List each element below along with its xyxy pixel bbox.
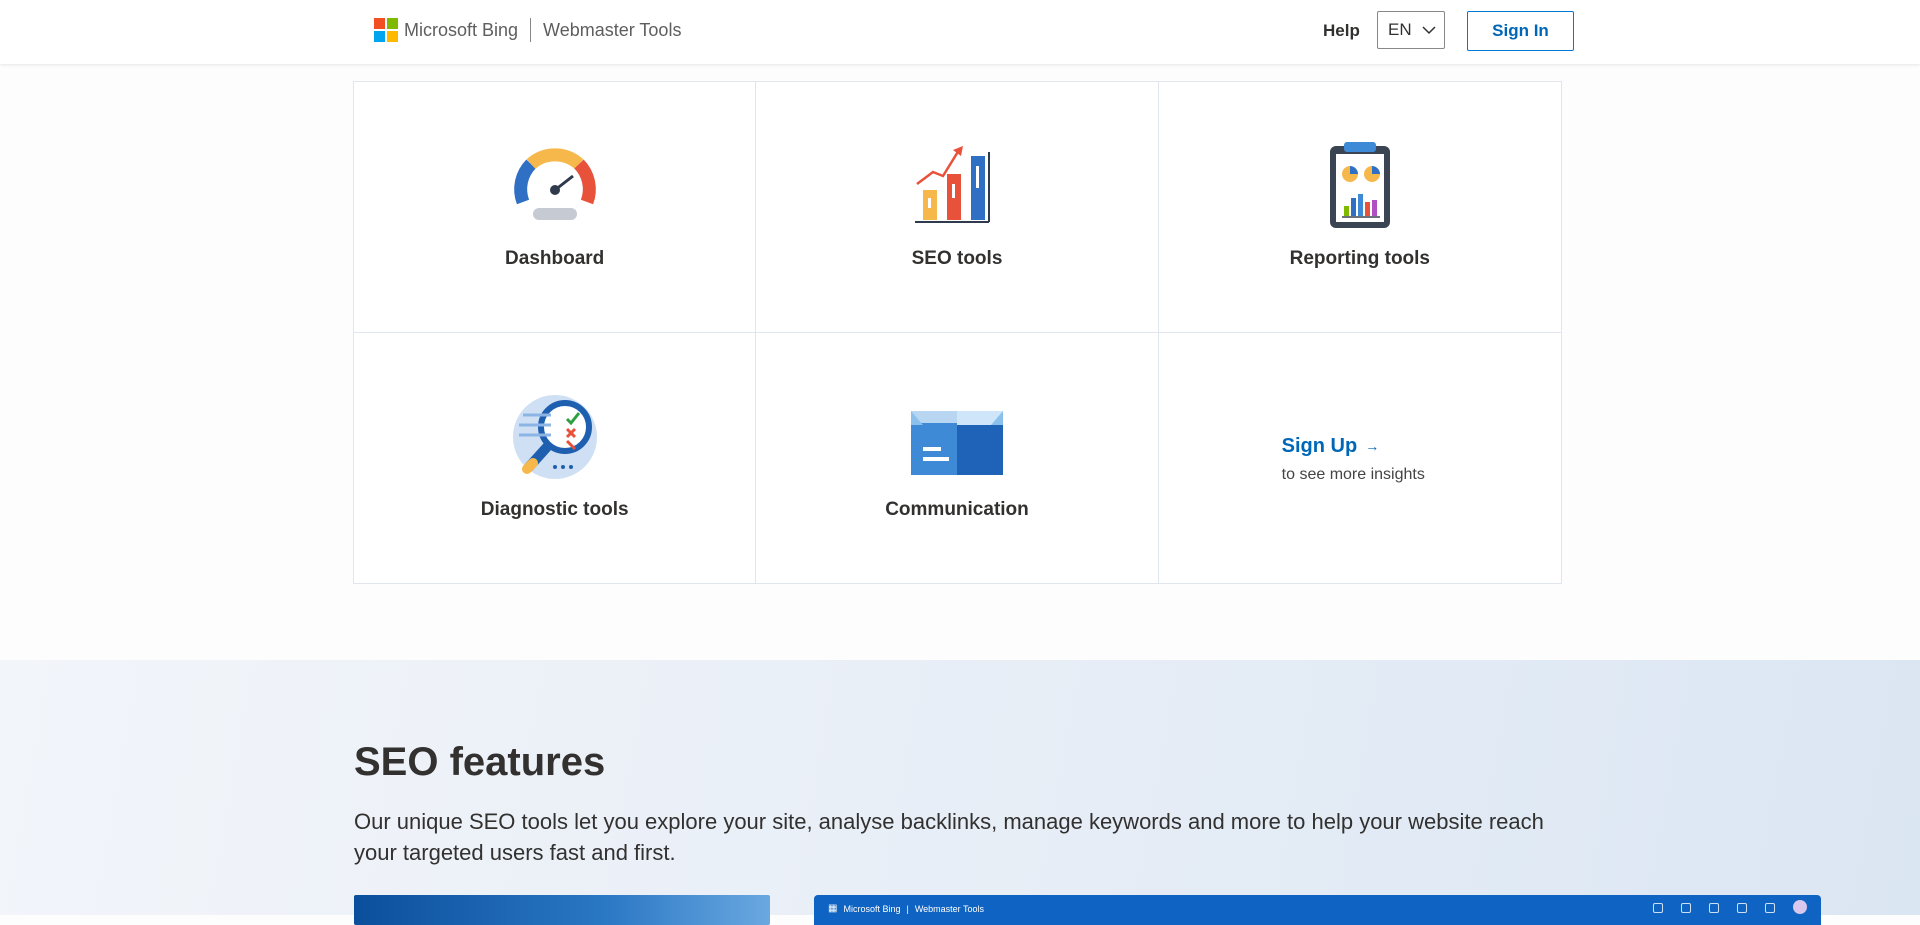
chevron-down-icon [1422,25,1436,34]
signup-block: Sign Up → to see more insights [1282,435,1425,484]
tool-card-communication[interactable]: Communication [756,332,1159,583]
app-preview-screenshot: ▦ Microsoft Bing | Webmaster Tools [814,895,1821,925]
sign-up-link[interactable]: Sign Up → [1282,435,1425,458]
tool-label: SEO tools [911,248,1003,269]
preview-grid-icon: ▦ [828,903,838,914]
tool-label: Reporting tools [1289,248,1431,269]
brand-divider [530,18,532,42]
tool-label: Communication [885,498,1029,520]
preview-avatar [1793,900,1807,914]
tools-grid: Dashboard SEO tools Reporting tools Diag… [353,81,1562,584]
speedometer-icon [513,148,596,220]
arrow-right-icon: → [1365,438,1380,454]
preview-brand: Microsoft Bing [843,903,901,914]
microsoft-logo-icon [374,18,398,42]
preview-icon [1765,903,1775,913]
sign-up-subtitle: to see more insights [1281,465,1425,483]
product-name: Webmaster Tools [543,19,682,40]
tool-label: Diagnostic tools [480,498,629,520]
brand-logo-link[interactable]: Microsoft Bing Webmaster Tools [374,17,681,43]
brand-name: Microsoft Bing [404,19,519,40]
clipboard-report-icon [1329,142,1390,228]
tool-card-diagnostic-tools[interactable]: Diagnostic tools [354,332,757,583]
magnifier-checklist-icon [512,394,597,479]
preview-toolbar [1653,900,1807,914]
tool-card-reporting-tools[interactable]: Reporting tools [1158,82,1561,333]
top-header: Microsoft Bing Webmaster Tools Help EN S… [0,0,1920,64]
section-description: Our unique SEO tools let you explore you… [354,809,1544,865]
language-selected-value: EN [1388,20,1412,39]
tool-card-dashboard[interactable]: Dashboard [354,82,757,333]
bar-chart-trend-icon [914,146,990,223]
preview-divider: | [906,903,909,914]
sign-up-label: Sign Up [1281,434,1358,457]
sign-in-button[interactable]: Sign In [1467,11,1574,51]
inbox-tray-icon [910,410,1003,475]
preview-icon [1737,903,1747,913]
signup-card: Sign Up → to see more insights [1159,333,1561,584]
help-link[interactable]: Help [1323,21,1360,41]
tool-card-seo-tools[interactable]: SEO tools [756,82,1159,333]
preview-product: Webmaster Tools [914,903,985,914]
preview-icon [1681,903,1691,913]
seo-features-section: SEO features Our unique SEO tools let yo… [0,660,1920,925]
preview-icon [1653,903,1663,913]
preview-icon [1709,903,1719,913]
tool-label: Dashboard [505,248,605,269]
section-heading: SEO features [354,740,606,784]
feature-preview-image [354,895,770,925]
language-select[interactable]: EN [1377,11,1445,49]
preview-header: ▦ Microsoft Bing | Webmaster Tools [828,903,984,914]
